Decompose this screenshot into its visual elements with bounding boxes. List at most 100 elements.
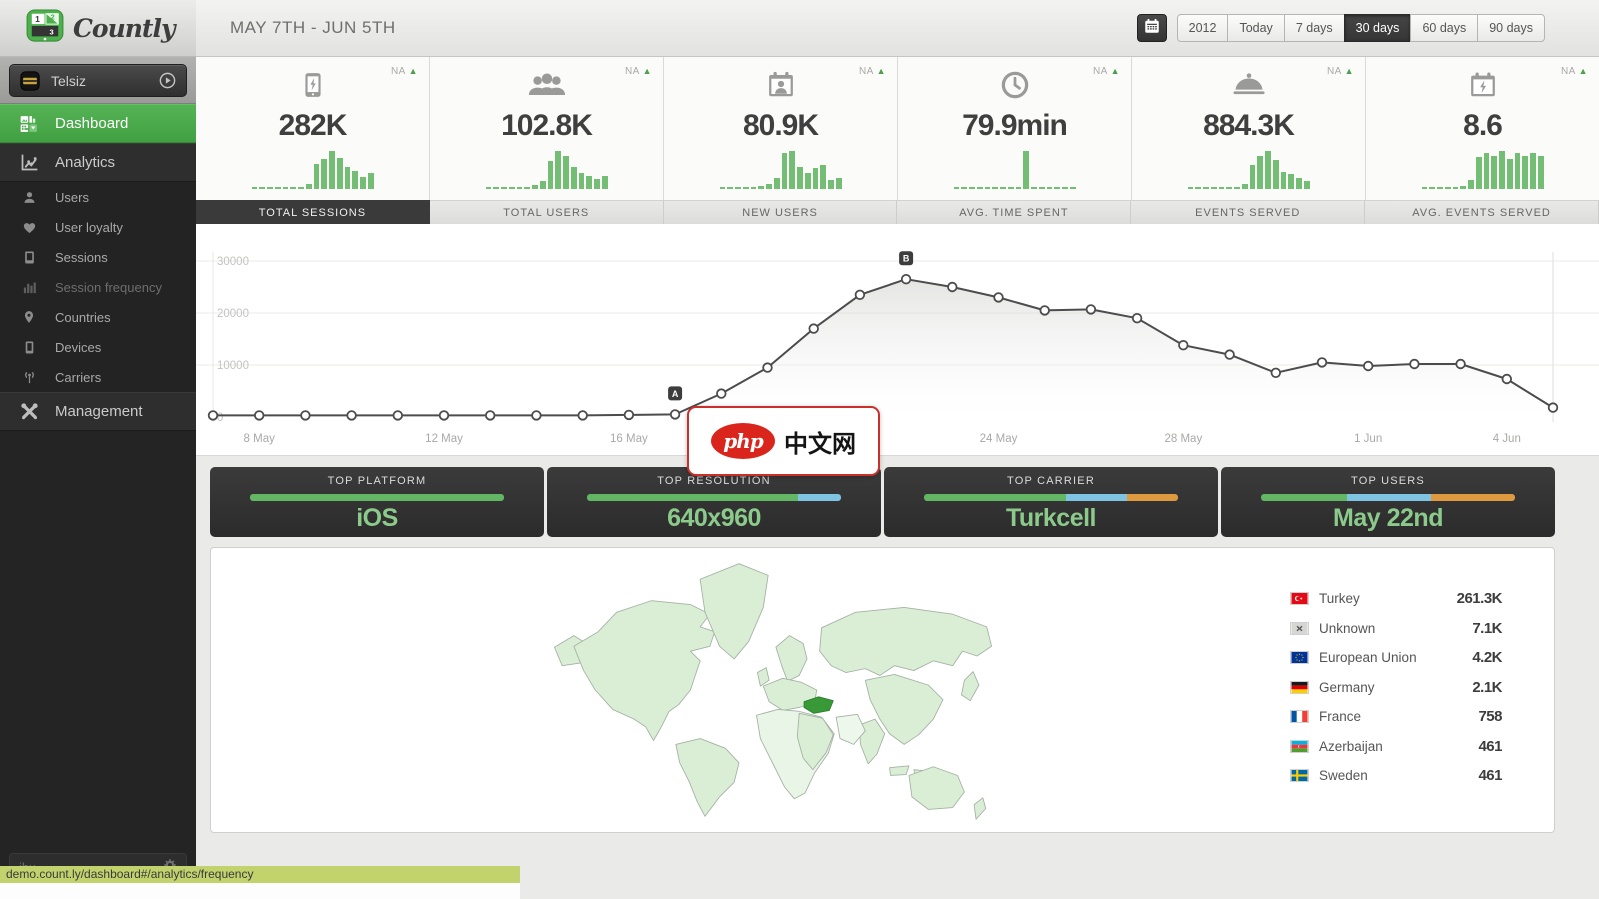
brand-name: Countly bbox=[73, 13, 175, 43]
sidebar-item-user-loyalty[interactable]: User loyalty bbox=[0, 212, 196, 242]
sidebar-item-analytics[interactable]: Analytics bbox=[0, 143, 196, 182]
panel-title: TOP USERS bbox=[1351, 475, 1425, 487]
map-uk bbox=[757, 667, 770, 687]
spark-bar bbox=[1218, 187, 1225, 189]
range-button-7-days[interactable]: 7 days bbox=[1283, 14, 1345, 42]
app-icon bbox=[19, 70, 41, 92]
stat-sparkline bbox=[719, 151, 842, 189]
country-row-france[interactable]: France 758 bbox=[1290, 702, 1502, 732]
country-row-unknown[interactable]: Unknown 7.1K bbox=[1290, 614, 1502, 644]
panel-distribution-bar bbox=[1261, 494, 1515, 501]
spark-bar bbox=[251, 187, 258, 189]
sidebar-item-management[interactable]: Management bbox=[0, 392, 196, 431]
spark-bar bbox=[1265, 151, 1271, 189]
range-button-group: 2012 Today 7 days 30 days 60 days 90 days bbox=[1176, 14, 1545, 42]
spark-bar bbox=[1437, 187, 1443, 189]
metric-tabs: TOTAL SESSIONS TOTAL USERS NEW USERS AVG. T… bbox=[196, 200, 1599, 224]
country-name: Unknown bbox=[1319, 620, 1376, 636]
range-button-90-days[interactable]: 90 days bbox=[1477, 14, 1545, 42]
spark-bar bbox=[992, 187, 998, 189]
spark-bar bbox=[1280, 171, 1287, 189]
sessions-chart[interactable]: 01000020000300008 May12 May16 May20 May2… bbox=[196, 224, 1599, 456]
sidebar-item-countries[interactable]: Countries bbox=[0, 302, 196, 332]
stat-card-total-sessions[interactable]: NA ▲ 282K bbox=[196, 57, 430, 200]
spark-bar bbox=[1444, 187, 1451, 189]
stat-card-new-users[interactable]: NA ▲ 80.9K bbox=[664, 57, 898, 200]
tab-avg-time-spent[interactable]: AVG. TIME SPENT bbox=[897, 200, 1132, 224]
country-name: Germany bbox=[1319, 679, 1375, 695]
stat-value: 282K bbox=[278, 109, 348, 142]
stat-card-avg-time-spent[interactable]: NA ▲ 79.9min bbox=[898, 57, 1132, 200]
spark-bar bbox=[1046, 187, 1053, 189]
map-new-zealand bbox=[973, 797, 987, 820]
range-button-today[interactable]: Today bbox=[1227, 14, 1285, 42]
country-legend: Turkey 261.3K Unknown 7.1K European Unio… bbox=[1290, 584, 1503, 791]
calendar-button[interactable] bbox=[1136, 14, 1167, 42]
date-range-title: MAY 7TH - JUN 5TH bbox=[230, 18, 396, 37]
countly-logo-icon: 1 2 3 bbox=[26, 8, 64, 48]
country-row-germany[interactable]: Germany 2.1K bbox=[1290, 673, 1502, 703]
spark-bar bbox=[1062, 187, 1068, 189]
country-value: 7.1K bbox=[1472, 619, 1502, 637]
panel-top-platform[interactable]: TOP PLATFORM iOS bbox=[210, 467, 544, 537]
tab-total-sessions[interactable]: TOTAL SESSIONS bbox=[196, 200, 430, 224]
bar-segment bbox=[1127, 494, 1178, 501]
change-badge: NA ▲ bbox=[858, 66, 886, 77]
sidebar-item-users[interactable]: Users bbox=[0, 182, 196, 212]
tab-events-served[interactable]: EVENTS SERVED bbox=[1131, 200, 1366, 224]
spark-bar bbox=[563, 155, 569, 189]
spark-bar bbox=[493, 187, 499, 189]
sidebar-nav: Dashboard Analytics Users User loyalty S… bbox=[0, 104, 196, 431]
spark-bar bbox=[1031, 187, 1037, 189]
stat-card-avg-events-served[interactable]: NA ▲ 8.6 bbox=[1366, 57, 1599, 200]
world-map[interactable] bbox=[533, 554, 1013, 831]
tab-avg-events-served[interactable]: AVG. EVENTS SERVED bbox=[1365, 200, 1599, 224]
stat-card-events-served[interactable]: NA ▲ 884.3K bbox=[1132, 57, 1366, 200]
country-value: 4.2K bbox=[1472, 649, 1502, 667]
spark-bar bbox=[1038, 187, 1045, 189]
range-button-60-days[interactable]: 60 days bbox=[1410, 14, 1479, 42]
sidebar-item-carriers[interactable]: Carriers bbox=[0, 362, 196, 392]
map-pin-icon bbox=[17, 309, 41, 325]
link-preview-bar: demo.count.ly/dashboard#/analytics/frequ… bbox=[0, 866, 520, 883]
spark-bar bbox=[797, 166, 803, 189]
sidebar-item-devices[interactable]: Devices bbox=[0, 332, 196, 362]
country-row-turkey[interactable]: Turkey 261.3K bbox=[1290, 584, 1503, 614]
play-circle-icon[interactable] bbox=[158, 71, 177, 90]
country-name: Azerbaijan bbox=[1319, 738, 1383, 754]
spark-bar bbox=[516, 187, 523, 189]
sidebar-item-sessions[interactable]: Sessions bbox=[0, 242, 196, 272]
sidebar-item-dashboard[interactable]: Dashboard bbox=[0, 104, 196, 143]
spark-bar bbox=[1530, 153, 1536, 189]
spark-bar bbox=[344, 166, 351, 189]
sidebar-item-session-frequency[interactable]: Session frequency bbox=[0, 272, 196, 302]
country-row-azerbaijan[interactable]: Azerbaijan 461 bbox=[1290, 732, 1502, 762]
watermark-text: 中文网 bbox=[784, 430, 856, 458]
stat-sparkline bbox=[485, 151, 608, 189]
stat-sparkline bbox=[1187, 151, 1310, 189]
countries-panel: Turkey 261.3K Unknown 7.1K European Unio… bbox=[210, 547, 1555, 833]
country-row-european-union[interactable]: European Union 4.2K bbox=[1290, 643, 1502, 673]
tab-total-users[interactable]: TOTAL USERS bbox=[429, 200, 664, 224]
app-selector[interactable]: Telsiz bbox=[9, 64, 187, 97]
svg-text:4 Jun: 4 Jun bbox=[1493, 433, 1521, 445]
spark-bar bbox=[1257, 156, 1263, 189]
spark-bar bbox=[1249, 165, 1256, 189]
country-row-sweden[interactable]: Sweden 461 bbox=[1290, 761, 1502, 791]
panel-top-carrier[interactable]: TOP CARRIER Turkcell bbox=[884, 467, 1218, 537]
brand-header: 1 2 3 Countly bbox=[0, 0, 196, 57]
spark-bar bbox=[1522, 156, 1528, 189]
change-badge: NA ▲ bbox=[1092, 66, 1120, 77]
panel-top-users[interactable]: TOP USERS May 22nd bbox=[1221, 467, 1555, 537]
flag-icon-se bbox=[1290, 769, 1309, 783]
svg-text:12 May: 12 May bbox=[425, 433, 463, 445]
flag-icon-tr bbox=[1290, 592, 1309, 606]
range-button-30-days[interactable]: 30 days bbox=[1343, 14, 1412, 42]
stat-value: 79.9min bbox=[962, 109, 1068, 142]
spark-bar bbox=[594, 179, 600, 189]
tab-new-users[interactable]: NEW USERS bbox=[663, 200, 898, 224]
stat-card-total-users[interactable]: NA ▲ 102.8K bbox=[430, 57, 664, 200]
range-button-2012[interactable]: 2012 bbox=[1176, 14, 1229, 42]
flag-icon-fr bbox=[1290, 710, 1309, 724]
panel-top-resolution[interactable]: TOP RESOLUTION 640x960 bbox=[547, 467, 881, 537]
